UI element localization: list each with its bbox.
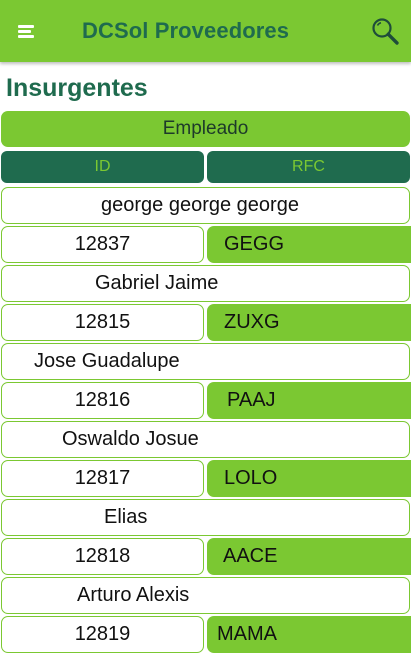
employee-name: Oswaldo Josue — [1, 421, 410, 458]
employee-rfc: PAAJ — [207, 382, 411, 419]
employee-id: 12819 — [1, 616, 204, 653]
employee-rfc: ZUXG — [207, 304, 411, 341]
employee-rfc: AACE — [207, 538, 411, 575]
employee-id: 12818 — [1, 538, 204, 575]
table-title: Empleado — [1, 111, 410, 147]
employee-name: george george george — [1, 187, 410, 224]
employee-id: 12817 — [1, 460, 204, 497]
employee-id: 12816 — [1, 382, 204, 419]
employee-name: Jose Guadalupe — [1, 343, 410, 380]
employee-rfc: MAMA — [207, 616, 411, 653]
app-bar: DCSol Proveedores — [0, 0, 411, 62]
employee-name: Arturo Alexis — [1, 577, 410, 614]
employee-rfc: LOLO — [207, 460, 411, 497]
list-item[interactable]: Arturo Alexis 12819 MAMA — [0, 577, 411, 655]
list-item[interactable]: Elias 12818 AACE — [0, 499, 411, 577]
list-item[interactable]: Gabriel Jaime 12815 ZUXG — [0, 265, 411, 343]
employee-rfc: GEGG — [207, 226, 411, 263]
employee-name: Elias — [1, 499, 410, 536]
employee-id: 12837 — [1, 226, 204, 263]
employee-list: george george george 12837 GEGG Gabriel … — [0, 187, 411, 655]
app-title: DCSol Proveedores — [82, 18, 290, 43]
list-item[interactable]: george george george 12837 GEGG — [0, 187, 411, 265]
section-title: Insurgentes — [6, 74, 148, 102]
list-item[interactable]: Jose Guadalupe 12816 PAAJ — [0, 343, 411, 421]
menu-icon-line — [18, 25, 34, 28]
list-item[interactable]: Oswaldo Josue 12817 LOLO — [0, 421, 411, 499]
menu-icon-line — [18, 30, 31, 33]
menu-icon[interactable] — [16, 20, 40, 42]
search-icon[interactable] — [370, 16, 400, 46]
employee-id: 12815 — [1, 304, 204, 341]
column-header-rfc: RFC — [207, 151, 410, 183]
employee-name: Gabriel Jaime — [1, 265, 410, 302]
menu-icon-line — [18, 35, 34, 38]
column-header-id: ID — [1, 151, 204, 183]
